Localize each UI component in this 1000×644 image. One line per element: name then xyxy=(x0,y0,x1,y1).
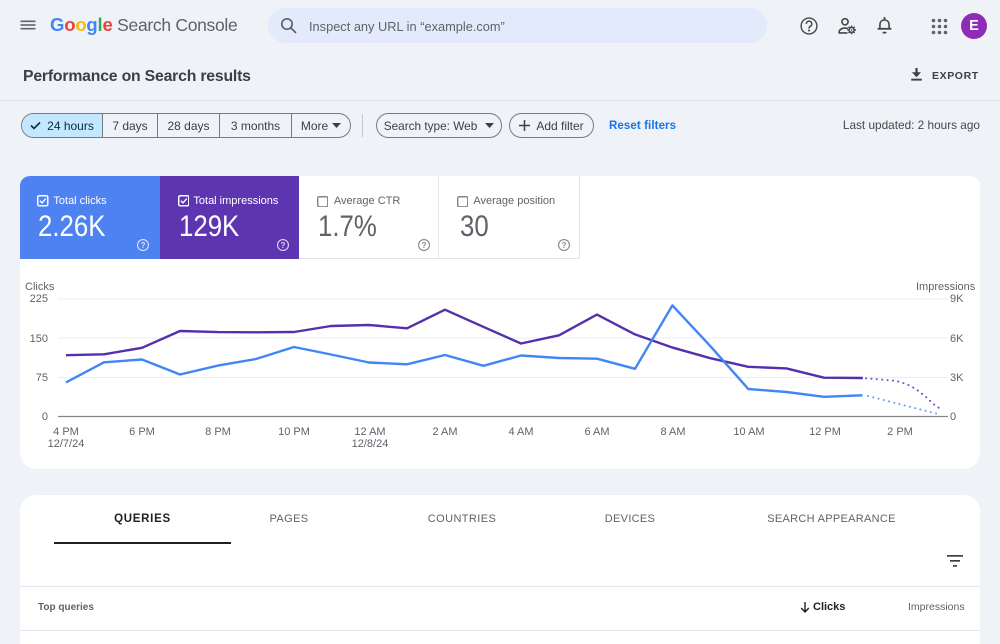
svg-text:?: ? xyxy=(562,241,567,250)
svg-text:?: ? xyxy=(281,241,286,250)
svg-text:?: ? xyxy=(140,241,145,250)
svg-text:?: ? xyxy=(422,241,427,250)
